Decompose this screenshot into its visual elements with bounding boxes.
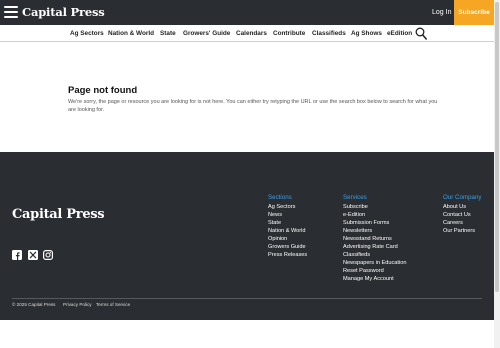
terms-of-service-link[interactable]: Terms of Service bbox=[96, 302, 130, 308]
footer-link-newsletters[interactable]: Newsletters bbox=[343, 227, 372, 235]
site-logo[interactable]: Capital Press bbox=[22, 4, 105, 20]
footer-heading-sections: Sections bbox=[268, 194, 292, 201]
privacy-policy-link[interactable]: Privacy Policy bbox=[63, 302, 92, 308]
nav-item-calendars[interactable]: Calendars bbox=[236, 29, 267, 38]
nav-item-ag-shows[interactable]: Ag Shows bbox=[351, 29, 382, 38]
search-icon[interactable] bbox=[415, 27, 427, 40]
instagram-icon[interactable] bbox=[43, 250, 53, 260]
nav-item-contribute[interactable]: Contribute bbox=[273, 29, 305, 38]
nav-item-growers-guide[interactable]: Growers' Guide bbox=[183, 29, 230, 38]
footer-link-growers-guide[interactable]: Growers Guide bbox=[268, 243, 306, 251]
footer-link-opinion[interactable]: Opinion bbox=[268, 235, 287, 243]
footer-link-state[interactable]: State bbox=[268, 219, 281, 227]
footer-link-news[interactable]: News bbox=[268, 211, 282, 219]
footer-link-contact-us[interactable]: Contact Us bbox=[443, 211, 471, 219]
footer-link-ag-sectors[interactable]: Ag Sectors bbox=[268, 203, 295, 211]
error-message: We're sorry, the page or resource you ar… bbox=[68, 99, 438, 113]
login-link[interactable]: Log In bbox=[432, 8, 451, 18]
footer-link-classifieds[interactable]: Classifieds bbox=[343, 251, 370, 259]
nav-item-eedition[interactable]: eEdition bbox=[387, 29, 412, 38]
footer-link-submission-forms[interactable]: Submission Forms bbox=[343, 219, 389, 227]
footer-link-newsstand-returns[interactable]: Newsstand Returns bbox=[343, 235, 392, 243]
nav-item-ag-sectors[interactable]: Ag Sectors bbox=[70, 29, 104, 38]
footer-divider bbox=[12, 298, 482, 299]
facebook-icon[interactable] bbox=[12, 250, 22, 260]
nav-item-state[interactable]: State bbox=[160, 29, 176, 38]
page-title: Page not found bbox=[68, 85, 138, 96]
footer-link-subscribe[interactable]: Subscribe bbox=[343, 203, 368, 211]
footer-heading-our-company: Our Company bbox=[443, 194, 482, 201]
footer-link-reset-password[interactable]: Reset Password bbox=[343, 267, 384, 275]
top-bar: Capital Press Log In Subscribe bbox=[0, 0, 500, 25]
footer-link-about-us[interactable]: About Us bbox=[443, 203, 466, 211]
footer-link-careers[interactable]: Careers bbox=[443, 219, 463, 227]
scrollbar-thumb[interactable] bbox=[495, 2, 499, 292]
footer-logo[interactable]: Capital Press bbox=[12, 207, 105, 223]
copyright-text: © 2025 Capital Press bbox=[12, 302, 56, 307]
footer-link-e-edition[interactable]: e-Edition bbox=[343, 211, 365, 219]
menu-icon[interactable] bbox=[4, 6, 18, 18]
footer-heading-services: Services bbox=[343, 194, 367, 201]
footer-link-nation-world[interactable]: Nation & World bbox=[268, 227, 306, 235]
nav-item-nation-world[interactable]: Nation & World bbox=[108, 29, 154, 38]
subscribe-button[interactable]: Subscribe bbox=[454, 0, 494, 25]
x-icon[interactable] bbox=[28, 250, 38, 260]
footer bbox=[0, 152, 494, 320]
nav-item-classifieds[interactable]: Classifieds bbox=[312, 29, 346, 38]
footer-link-manage-my-account[interactable]: Manage My Account bbox=[343, 275, 394, 283]
footer-link-press-releases[interactable]: Press Releases bbox=[268, 251, 307, 259]
footer-link-our-partners[interactable]: Our Partners bbox=[443, 227, 475, 235]
footer-link-newspapers-in-education[interactable]: Newspapers in Education bbox=[343, 259, 406, 267]
footer-link-advertising-rate-card[interactable]: Advertising Rate Card bbox=[343, 243, 398, 251]
